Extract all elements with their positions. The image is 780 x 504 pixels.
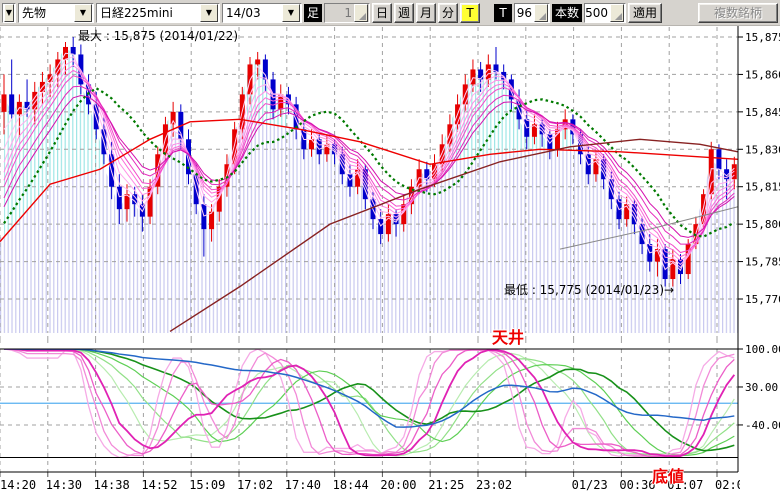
price-axis-label: 15,800 <box>745 218 780 231</box>
chevron-down-icon: ▼ <box>74 4 92 22</box>
spinner-icon[interactable] <box>354 4 368 22</box>
price-axis-label: 15,875 <box>745 31 780 44</box>
bars-count-input[interactable]: 500 <box>584 3 626 23</box>
rci-green-line <box>4 349 734 451</box>
osc-axis-label: -40.00 <box>745 419 780 432</box>
osc-axis-label: 100.00 <box>745 343 780 356</box>
period-minute-button[interactable]: 分 <box>438 3 458 23</box>
time-axis-label: 18:44 <box>333 478 369 492</box>
market-select-value: 先物 <box>19 4 73 21</box>
interval-value: 1 <box>325 6 353 20</box>
max-price-annotation: 最大 : 15,875 (2014/01/22) <box>78 27 238 44</box>
period-tick-button[interactable]: T <box>460 3 480 23</box>
time-axis-label: 21:25 <box>428 478 464 492</box>
price-axis-label: 15,815 <box>745 181 780 194</box>
period-month-button[interactable]: 月 <box>416 3 436 23</box>
chevron-down-icon: ▼ <box>4 4 14 22</box>
time-axis-labels: 14:20 14:30 14:38 14:52 15:09 17:02 17:40 18:44… <box>0 478 751 492</box>
oscillator-pane <box>0 349 738 458</box>
time-axis-label: 14:30 <box>46 478 82 492</box>
price-axis-label: 15,860 <box>745 68 780 81</box>
chart-area[interactable]: 15,875 15,860 15,845 15,830 15,815 15,800 15,7… <box>0 26 780 500</box>
period-week-button[interactable]: 週 <box>394 3 414 23</box>
price-axis-label: 15,770 <box>745 293 780 306</box>
time-axis-label: 14:20 <box>0 478 36 492</box>
rci-green-line <box>4 349 734 455</box>
apply-button[interactable]: 適用 <box>628 3 662 23</box>
time-axis-label: 14:52 <box>141 478 177 492</box>
time-axis-label: 00:36 <box>619 478 655 492</box>
bars-count-value: 500 <box>585 6 609 20</box>
contract-month-value: 14/03 <box>223 6 281 20</box>
spinner-icon[interactable] <box>610 4 624 22</box>
candlestick-chart-canvas[interactable]: 15,875 15,860 15,845 15,830 15,815 15,800 15,7… <box>0 26 780 500</box>
chevron-down-icon: ▼ <box>200 4 218 22</box>
period-day-button[interactable]: 日 <box>372 3 392 23</box>
ceiling-annotation: 天井 <box>492 324 524 348</box>
tick-count-input[interactable]: 96 <box>514 3 550 23</box>
time-axis-label: 17:02 <box>237 478 273 492</box>
min-price-annotation: 最低 : 15,775 (2014/01/23)→ <box>504 281 674 298</box>
time-axis-label: 20:00 <box>380 478 416 492</box>
time-axis-label: 23:02 <box>476 478 512 492</box>
contract-month-select[interactable]: 14/03 ▼ <box>222 3 302 23</box>
multi-symbol-button: 複数銘柄 <box>698 3 778 23</box>
time-axis-label: 01/23 <box>572 478 608 492</box>
price-axis-label: 15,785 <box>745 256 780 269</box>
tick-label: T <box>494 4 512 22</box>
time-axis-label: 15:09 <box>189 478 225 492</box>
bars-label: 本数 <box>552 4 582 22</box>
toolbar: ▼ 先物 ▼ 日経225mini ▼ 14/03 ▼ 足 1 日 週 月 分 T… <box>0 0 780 26</box>
time-axis-label: 02:02 <box>715 478 751 492</box>
symbol-select-value: 日経225mini <box>97 4 199 21</box>
ashi-label: 足 <box>304 4 322 22</box>
spinner-icon[interactable] <box>534 4 548 22</box>
interval-input[interactable]: 1 <box>324 3 370 23</box>
symbol-select[interactable]: 日経225mini ▼ <box>96 3 220 23</box>
market-select[interactable]: 先物 ▼ <box>18 3 94 23</box>
rci-green-line <box>4 349 734 455</box>
price-axis-label: 15,845 <box>745 106 780 119</box>
osc-axis-label: 30.00 <box>745 381 778 394</box>
time-axis-label: 17:40 <box>285 478 321 492</box>
mini-dropdown[interactable]: ▼ <box>2 3 16 23</box>
price-axis-label: 15,830 <box>745 143 780 156</box>
tick-count-value: 96 <box>515 6 533 20</box>
chevron-down-icon: ▼ <box>282 4 300 22</box>
bottom-annotation: 底値 <box>652 463 684 487</box>
candle-down <box>9 59 14 119</box>
time-axis-label: 14:38 <box>94 478 130 492</box>
